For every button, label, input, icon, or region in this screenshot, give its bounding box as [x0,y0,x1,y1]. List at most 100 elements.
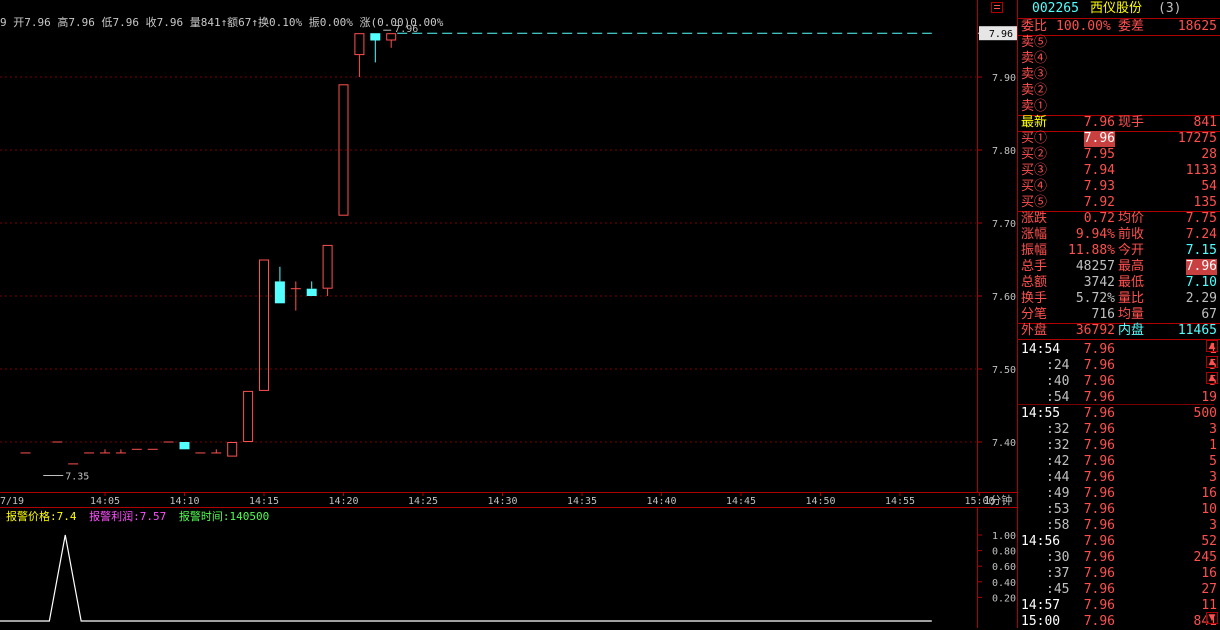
x-tick-label: 14:05 [90,496,120,507]
tick-time: :58 [1046,518,1070,533]
stat-value: 7.24 [1185,227,1217,242]
x-tick-label: 14:15 [249,496,279,507]
buy-price: 7.94 [1083,163,1115,178]
stat-row: 振幅 11.88% 今开 7.15 [1018,243,1220,259]
tick-row: :42 7.96 5 [1018,454,1220,470]
tick-vol: 27 [1201,582,1217,597]
stock-name: 西仪股份 [1090,1,1143,16]
candle-body [274,281,285,304]
tick-row: :40 7.96 5 [1018,374,1220,390]
stock-code: 002265 [1032,1,1079,16]
stat-label: 总额 [1021,275,1048,290]
tick-time: :49 [1046,486,1070,501]
neipan-label: 内盘 [1118,323,1145,338]
sell-label: 卖② [1021,83,1048,98]
panel-title: 002265 西仪股份 (3) [1018,1,1220,17]
sell-label: 卖③ [1021,67,1048,82]
stat-value: 0.72 [1083,211,1115,226]
sub-y-tick-label: 0.80 [992,547,1016,558]
xianshou-value: 841 [1193,115,1217,130]
x-tick-label: 14:20 [328,496,358,507]
candle-body [370,33,381,41]
buy-label: 买④ [1021,179,1048,194]
tick-price: 7.96 [1083,582,1115,597]
x-tick-label: 14:50 [805,496,835,507]
alert-indicator-chart[interactable] [0,508,978,628]
tick-time: :42 [1046,454,1070,469]
y-tick-label: 7.80 [992,146,1016,157]
time-axis: 7/19 14:05 14:10 14:15 14:20 14:25 14:30 14:35 1… [0,492,1018,508]
tick-row: :32 7.96 3 [1018,422,1220,438]
scroll-up-icon[interactable]: ▲ [1206,340,1218,352]
weicha-label: 委差 [1118,19,1145,34]
candle-body [259,259,269,391]
scroll-down-icon[interactable]: ▼ [1206,612,1218,624]
stock-count: (3) [1158,1,1182,16]
tick-price: 7.96 [1083,438,1115,453]
tick-price: 7.96 [1083,518,1115,533]
weibi-value: 100.00% [1056,19,1111,34]
tick-row: 14:55 7.96 500 [1018,406,1220,422]
x-date-label: 7/19 [0,496,24,507]
stat-label: 前收 [1118,227,1145,242]
tick-price: 7.96 [1083,566,1115,581]
buy-price: 7.95 [1083,147,1115,162]
tick-price: 7.96 [1083,598,1115,613]
weibi-row: 委比 100.00% 委差 18625 [1018,19,1220,35]
waipan-label: 外盘 [1021,323,1048,338]
stat-row: 涨跌 0.72 均价 7.75 [1018,211,1220,227]
stat-value: 7.96 [1185,259,1217,275]
stat-value: 11.88% [1068,243,1115,258]
buy-vol: 28 [1201,147,1217,162]
sell-level-row: 卖④ [1018,51,1220,67]
y-tick-label: 7.40 [992,438,1016,449]
stat-value: 48257 [1075,259,1115,274]
tick-time: :40 [1046,374,1070,389]
kline-chart[interactable]: 7.967.35 [0,0,978,492]
scroll-up-icon[interactable]: ▲ [1206,356,1218,368]
buy-level-row: 买④ 7.93 54 [1018,179,1220,195]
tick-price: 7.96 [1083,422,1115,437]
tick-time: 14:54 [1021,342,1061,357]
tick-row: :49 7.96 16 [1018,486,1220,502]
sub-y-tick-label: 0.40 [992,578,1016,589]
sell-level-row: 卖① [1018,99,1220,115]
tick-vol: 500 [1193,406,1217,421]
candle [306,281,317,296]
tick-price: 7.96 [1083,502,1115,517]
menu-icon[interactable] [991,2,1003,13]
tick-row: :45 7.96 27 [1018,582,1220,598]
sell-label: 卖⑤ [1021,35,1048,50]
tick-price: 7.96 [1083,358,1115,373]
tick-row: :44 7.96 3 [1018,470,1220,486]
candle [211,449,222,454]
tick-time: :45 [1046,582,1070,597]
tick-vol: 5 [1209,454,1217,469]
x-tick-label: 14:40 [646,496,676,507]
xianshou-label: 现手 [1118,115,1145,130]
alert-price-label: 报警价格:7.4 [6,510,77,523]
sub-y-tick-label: 0.60 [992,562,1016,573]
stat-label: 换手 [1021,291,1048,306]
stat-value: 716 [1091,307,1115,322]
buy-level-row: 买③ 7.94 1133 [1018,163,1220,179]
sell-level-row: 卖③ [1018,67,1220,83]
tick-price: 7.96 [1083,454,1115,469]
weicha-value: 18625 [1177,19,1217,34]
sell-level-row: 卖② [1018,83,1220,99]
buy-label: 买③ [1021,163,1048,178]
buy-level-row: 买② 7.95 28 [1018,147,1220,163]
tick-vol: 3 [1209,422,1217,437]
stat-label: 最高 [1118,259,1145,274]
tick-time: :44 [1046,470,1070,485]
candle [290,281,301,311]
buy-vol: 1133 [1185,163,1217,178]
buy-label: 买① [1021,131,1048,146]
alert-legend: 报警价格:7.4 报警利润:7.57 报警时间:140500 [6,508,269,524]
sub-y-tick-label: 0.20 [992,593,1016,604]
candle [354,33,365,77]
sub-y-tick-label: 1.00 [992,531,1016,542]
tick-row: :37 7.96 16 [1018,566,1220,582]
scroll-up-icon[interactable]: ▲ [1206,372,1218,384]
stat-row: 换手 5.72% 量比 2.29 [1018,291,1220,307]
